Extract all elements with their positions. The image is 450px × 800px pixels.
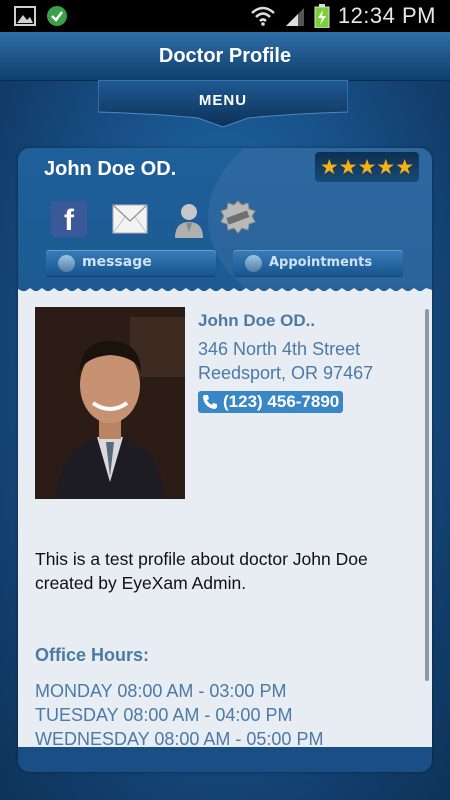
office-hours-title: Office Hours: (35, 645, 150, 665)
status-bar: 12:34 PM (0, 0, 450, 32)
gallery-icon (14, 6, 36, 26)
office-hours-row: TUESDAY 08:00 AM - 04:00 PM (35, 705, 293, 725)
doctor-photo (35, 307, 185, 499)
battery-charging-icon (314, 4, 330, 28)
office-hours-list: MONDAY 08:00 AM - 03:00 PM TUESDAY 08:00… (35, 679, 323, 747)
menu-button[interactable]: MENU (98, 80, 348, 128)
user-icon[interactable] (173, 202, 205, 238)
phone-icon (203, 395, 217, 409)
appointments-button-label: Appointments (269, 255, 373, 270)
appointments-button[interactable]: Appointments (233, 250, 403, 276)
office-hours-row: MONDAY 08:00 AM - 03:00 PM (35, 681, 287, 701)
address-line-1: 346 North 4th Street (198, 339, 361, 359)
star-rating: ★★★★★ (315, 152, 419, 182)
promo-badge-icon[interactable] (220, 200, 256, 236)
card-footer (18, 747, 432, 772)
wifi-icon (250, 6, 275, 26)
doctor-name-header: John Doe OD. (44, 158, 177, 180)
clock: 12:34 PM (337, 3, 436, 28)
mail-icon[interactable] (112, 204, 148, 234)
doctor-name: John Doe OD.. (198, 311, 316, 330)
profile-details-panel: John Doe OD.. 346 North 4th Street Reeds… (18, 291, 432, 747)
scrollbar[interactable] (425, 309, 429, 681)
office-hours-row: WEDNESDAY 08:00 AM - 05:00 PM (35, 729, 324, 747)
phone-link[interactable]: (123) 456-7890 (198, 391, 344, 413)
page-title: Doctor Profile (158, 45, 292, 67)
menu-label: MENU (198, 92, 248, 109)
phone-number: (123) 456-7890 (223, 392, 340, 411)
rating-stars: ★★★★★ (319, 154, 415, 179)
sync-check-icon (47, 6, 67, 26)
facebook-icon[interactable]: f (51, 201, 87, 237)
chat-bubble-icon (58, 255, 75, 272)
message-button[interactable]: message (46, 250, 216, 276)
profile-description: This is a test profile about doctor John… (35, 549, 368, 593)
signal-icon (285, 8, 304, 26)
address-line-2: Reedsport, OR 97467 (198, 363, 374, 383)
calendar-icon (245, 255, 262, 272)
message-button-label: message (82, 254, 152, 270)
title-bar: Doctor Profile (0, 32, 450, 81)
